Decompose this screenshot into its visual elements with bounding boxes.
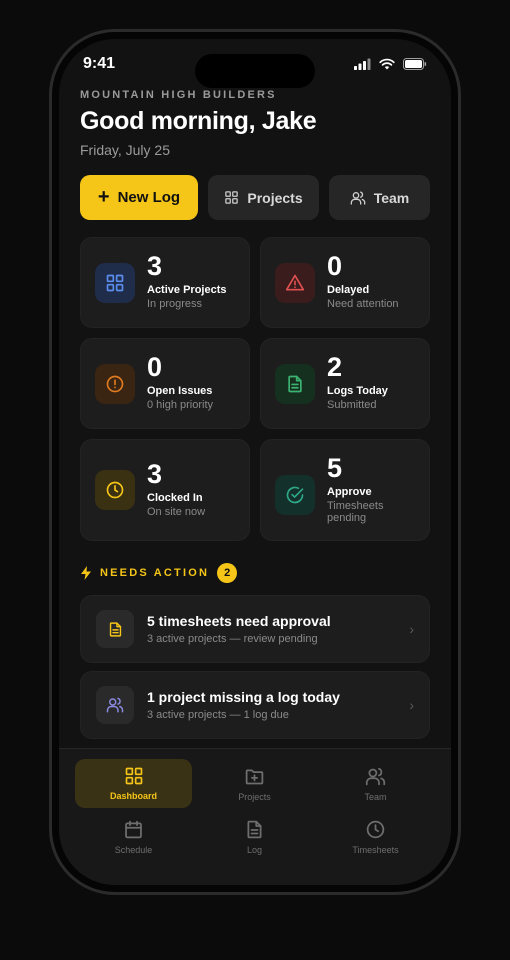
stat-card-clocked-in[interactable]: 3 Clocked In On site now (80, 439, 250, 541)
stat-value: 5 (327, 453, 343, 483)
users-icon (365, 767, 386, 785)
stat-card-active-projects[interactable]: 3 Active Projects In progress (80, 237, 250, 328)
battery-icon (403, 58, 427, 70)
tab-label: Projects (238, 791, 271, 802)
greeting-title: Good morning, Jake (80, 107, 317, 135)
tab-label: Schedule (114, 844, 153, 855)
tab-dashboard[interactable]: Dashboard (75, 759, 192, 808)
document-icon (288, 375, 302, 393)
calendar-icon (125, 820, 142, 838)
clock-icon (106, 481, 124, 499)
stat-value: 2 (327, 352, 343, 382)
phone-frame: 9:41 MOUNTAIN HIGH BUILDERS Good morning… (49, 29, 461, 895)
grid-icon (106, 274, 124, 292)
stat-label: Clocked In (147, 492, 203, 504)
stat-sub: Need attention (327, 298, 399, 310)
stat-icon-box (95, 470, 135, 510)
team-button[interactable]: Team (329, 175, 430, 220)
action-icon-box (96, 610, 134, 648)
action-subtitle: 3 active projects — 1 log due (147, 709, 289, 721)
clock-icon (366, 820, 385, 838)
projects-button[interactable]: Projects (208, 175, 319, 220)
lightning-icon (81, 566, 91, 580)
action-item-missing-log[interactable]: 1 project missing a log today 3 active p… (80, 671, 430, 739)
document-icon (247, 820, 262, 838)
tab-label: Timesheets (352, 844, 399, 855)
stat-sub: In progress (147, 298, 203, 310)
tab-label: Dashboard (109, 791, 157, 801)
stat-label: Logs Today (327, 385, 388, 397)
new-log-button[interactable]: + New Log (80, 175, 198, 220)
stat-sub: Submitted (327, 399, 377, 411)
document-icon (109, 621, 121, 637)
chevron-right-icon: › (409, 621, 414, 637)
stat-icon-box (275, 364, 315, 404)
alert-circle-icon (106, 375, 124, 393)
status-time: 9:41 (83, 55, 116, 72)
action-subtitle: 3 active projects — review pending (147, 633, 318, 645)
needs-action-header: NEEDS ACTION 2 (80, 563, 430, 583)
wifi-icon (379, 58, 395, 70)
stat-card-logs-today[interactable]: 2 Logs Today Submitted (260, 338, 430, 429)
bottom-tab-bar: Dashboard Projects Team Schedule Log Tim… (59, 748, 451, 885)
action-title: 1 project missing a log today (147, 689, 340, 705)
stat-label: Active Projects (147, 284, 227, 296)
signal-icon (354, 58, 371, 70)
dynamic-island (195, 54, 315, 88)
plus-icon: + (97, 185, 110, 208)
current-date: Friday, July 25 (80, 142, 170, 158)
stat-value: 0 (147, 352, 163, 382)
chevron-right-icon: › (409, 697, 414, 713)
stats-grid: 3 Active Projects In progress 0 Delayed … (80, 237, 430, 541)
dashboard-icon (125, 767, 142, 785)
new-log-label: New Log (117, 189, 181, 206)
action-icon-box (96, 686, 134, 724)
stat-icon-box (275, 475, 315, 515)
quick-actions: + New Log Projects Team (80, 175, 430, 220)
needs-action-title: NEEDS ACTION (100, 567, 210, 579)
stat-label: Open Issues (147, 385, 213, 397)
company-name: MOUNTAIN HIGH BUILDERS (80, 89, 277, 101)
stat-value: 3 (147, 251, 163, 281)
action-title: 5 timesheets need approval (147, 613, 331, 629)
stat-icon-box (95, 364, 135, 404)
tab-schedule[interactable]: Schedule (75, 812, 192, 861)
projects-label: Projects (247, 189, 303, 206)
tab-projects[interactable]: Projects (196, 759, 313, 808)
stat-icon-box (275, 263, 315, 303)
alert-triangle-icon (285, 274, 305, 291)
stat-sub: 0 high priority (147, 399, 214, 411)
stat-label: Delayed (327, 284, 370, 296)
stat-card-delayed[interactable]: 0 Delayed Need attention (260, 237, 430, 328)
users-icon (106, 697, 124, 713)
users-icon (350, 190, 366, 205)
grid-icon (225, 191, 239, 204)
dashboard-content: MOUNTAIN HIGH BUILDERS Good morning, Jak… (80, 89, 430, 739)
stat-value: 3 (147, 459, 163, 489)
stat-card-open-issues[interactable]: 0 Open Issues 0 high priority (80, 338, 250, 429)
stat-sub: On site now (147, 506, 206, 518)
tab-log[interactable]: Log (196, 812, 313, 861)
team-label: Team (373, 189, 410, 206)
status-icons (354, 58, 427, 70)
folder-plus-icon (245, 769, 264, 784)
tab-team[interactable]: Team (317, 759, 434, 808)
stat-sub: Timesheets pending (327, 500, 384, 524)
tab-timesheets[interactable]: Timesheets (317, 812, 434, 861)
stat-value: 0 (327, 251, 343, 281)
check-circle-icon (286, 486, 304, 504)
stat-card-approve[interactable]: 5 Approve Timesheets pending (260, 439, 430, 541)
needs-action-count-badge: 2 (217, 563, 238, 583)
stat-icon-box (95, 263, 135, 303)
tab-label: Team (364, 791, 387, 802)
screen: 9:41 MOUNTAIN HIGH BUILDERS Good morning… (59, 39, 451, 885)
action-item-timesheets[interactable]: 5 timesheets need approval 3 active proj… (80, 595, 430, 663)
phone-bezel: 9:41 MOUNTAIN HIGH BUILDERS Good morning… (52, 32, 458, 892)
stat-label: Approve (327, 486, 372, 498)
tab-label: Log (246, 844, 263, 855)
needs-action-list: 5 timesheets need approval 3 active proj… (80, 595, 430, 739)
